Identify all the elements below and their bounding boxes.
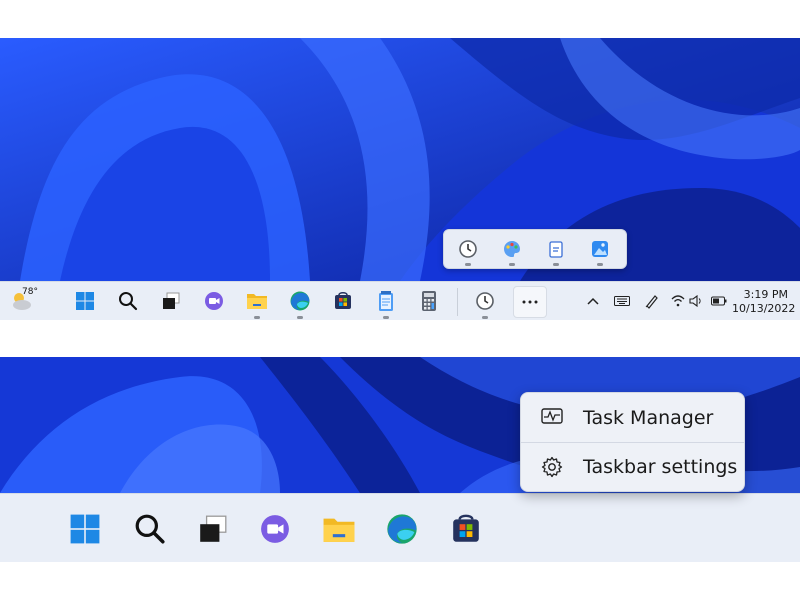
pen-icon[interactable] (643, 292, 661, 310)
gear-icon (541, 456, 563, 482)
start-button[interactable] (73, 289, 97, 313)
calculator-icon (422, 291, 436, 311)
taskbar-context-menu: Task Manager Taskbar settings (520, 392, 745, 492)
task-manager-icon (541, 407, 563, 429)
overflow-flyout (443, 229, 627, 269)
file-explorer-button[interactable] (320, 510, 358, 548)
file-explorer-button[interactable] (245, 289, 269, 313)
file-explorer-icon (323, 518, 355, 542)
task-view-button[interactable] (159, 289, 183, 313)
clock-date: 10/13/2022 (732, 302, 796, 315)
store-button[interactable] (447, 510, 485, 548)
teams-chat-button[interactable] (202, 289, 226, 313)
taskbar-divider (457, 288, 458, 316)
edge-button[interactable] (288, 289, 312, 313)
edge-button[interactable] (383, 510, 421, 548)
notepad-button[interactable] (374, 289, 398, 313)
weather-widget[interactable]: 78° (6, 287, 38, 314)
task-view-icon (163, 292, 180, 309)
taskbar (0, 493, 800, 562)
start-icon (76, 292, 94, 310)
system-clock[interactable]: 3:19 PM 10/13/2022 (732, 288, 796, 316)
taskbar: 78° 3:19 PM 10/13/2022 (0, 281, 800, 320)
photos-icon[interactable] (588, 237, 612, 261)
running-indicator (482, 316, 488, 319)
wallpaper (0, 38, 800, 281)
notepad-alt-icon[interactable] (544, 237, 568, 261)
running-indicator (465, 263, 471, 266)
alarms-clock-icon[interactable] (456, 237, 480, 261)
clock-time: 3:19 PM (743, 288, 788, 301)
store-button[interactable] (331, 289, 355, 313)
menu-item-task-manager[interactable]: Task Manager (521, 394, 743, 442)
edge-icon (290, 291, 310, 311)
store-icon (453, 514, 479, 542)
search-icon (135, 514, 165, 544)
teams-chat-button[interactable] (256, 510, 294, 548)
volume-icon[interactable] (688, 293, 704, 309)
battery-icon[interactable] (710, 293, 728, 309)
search-button[interactable] (131, 510, 169, 548)
more-overflow-button[interactable] (513, 286, 547, 318)
bottom-panel: Task Manager Taskbar settings (0, 357, 800, 562)
alarms-clock-button[interactable] (473, 289, 497, 313)
start-icon (70, 514, 100, 544)
running-indicator (553, 263, 559, 266)
wifi-icon[interactable] (670, 293, 686, 309)
store-icon (335, 292, 351, 309)
running-indicator (254, 316, 260, 319)
menu-item-label: Task Manager (583, 407, 714, 429)
teams-chat-icon (205, 292, 223, 310)
running-indicator (597, 263, 603, 266)
paint-icon[interactable] (500, 237, 524, 261)
notepad-icon (379, 291, 393, 311)
running-indicator (297, 316, 303, 319)
keyboard-icon[interactable] (613, 293, 631, 309)
top-panel: 78° 3:19 PM 10/13/2022 (0, 38, 800, 320)
running-indicator (383, 316, 389, 319)
task-view-icon (200, 515, 227, 542)
file-explorer-icon (247, 294, 267, 309)
menu-item-taskbar-settings[interactable]: Taskbar settings (521, 443, 743, 491)
menu-item-label: Taskbar settings (583, 456, 738, 478)
weather-temperature: 78° (22, 287, 38, 297)
search-button[interactable] (116, 289, 140, 313)
more-overflow-icon (522, 300, 538, 304)
task-view-button[interactable] (194, 510, 232, 548)
start-button[interactable] (66, 510, 104, 548)
calculator-button[interactable] (417, 289, 441, 313)
search-icon (119, 292, 138, 311)
running-indicator (509, 263, 515, 266)
wallpaper-bloom (0, 38, 800, 281)
edge-icon (387, 514, 417, 544)
tray-chevron-up-icon[interactable] (585, 293, 601, 309)
teams-chat-icon (261, 515, 289, 543)
alarms-clock-icon (476, 292, 494, 310)
